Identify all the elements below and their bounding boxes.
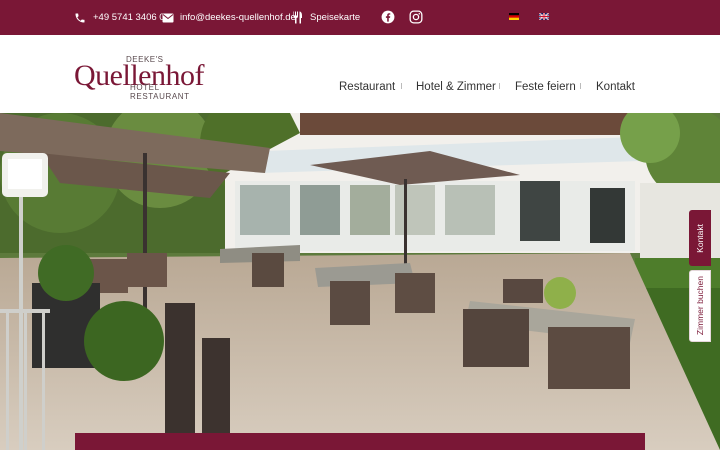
uk-flag-icon[interactable] <box>539 13 549 20</box>
instagram-icon[interactable] <box>409 10 423 24</box>
logo-subtitle: HOTEL RESTAURANT <box>130 83 190 101</box>
email-address: info@deekes-quellenhof.de <box>180 12 296 23</box>
nav-restaurant-link[interactable]: Restaurant <box>339 81 395 93</box>
phone-link[interactable]: +49 5741 3406 0 <box>74 0 165 35</box>
zimmer-buchen-side-tab[interactable]: Zimmer buchen <box>689 270 711 342</box>
nav-restaurant[interactable]: Restaurant <box>339 70 395 104</box>
site-header: DEEKE'S Quellenhof HOTEL RESTAURANT Rest… <box>0 35 720 113</box>
zimmer-tab-label: Zimmer buchen <box>695 276 705 336</box>
hero-image: Kontakt Zimmer buchen <box>0 113 720 450</box>
nav-divider <box>401 83 402 89</box>
nav-kontakt[interactable]: Kontakt <box>596 70 635 104</box>
nav-hotel[interactable]: Hotel & Zimmer <box>416 70 496 104</box>
german-flag-icon[interactable] <box>509 13 519 20</box>
nav-kontakt-link[interactable]: Kontakt <box>596 81 635 93</box>
nav-divider <box>580 83 581 89</box>
nav-feste-link[interactable]: Feste feiern <box>515 81 576 93</box>
phone-number: +49 5741 3406 0 <box>93 12 165 23</box>
facebook-icon[interactable] <box>381 10 395 24</box>
nav-feste[interactable]: Feste feiern <box>515 70 576 104</box>
envelope-icon <box>162 13 174 22</box>
content-band <box>75 433 645 450</box>
phone-icon <box>75 13 85 22</box>
top-bar: +49 5741 3406 0 info@deekes-quellenhof.d… <box>0 0 720 35</box>
terrace-scene <box>0 113 720 450</box>
kontakt-side-tab[interactable]: Kontakt <box>689 210 711 266</box>
email-link[interactable]: info@deekes-quellenhof.de <box>162 0 296 35</box>
logo[interactable]: DEEKE'S Quellenhof HOTEL RESTAURANT <box>74 53 214 101</box>
kontakt-tab-label: Kontakt <box>695 223 705 253</box>
nav-hotel-link[interactable]: Hotel & Zimmer <box>416 81 496 93</box>
menu-link[interactable]: Speisekarte <box>292 0 360 35</box>
cutlery-icon <box>293 11 302 24</box>
nav-divider <box>499 83 500 89</box>
menu-label: Speisekarte <box>310 12 361 23</box>
